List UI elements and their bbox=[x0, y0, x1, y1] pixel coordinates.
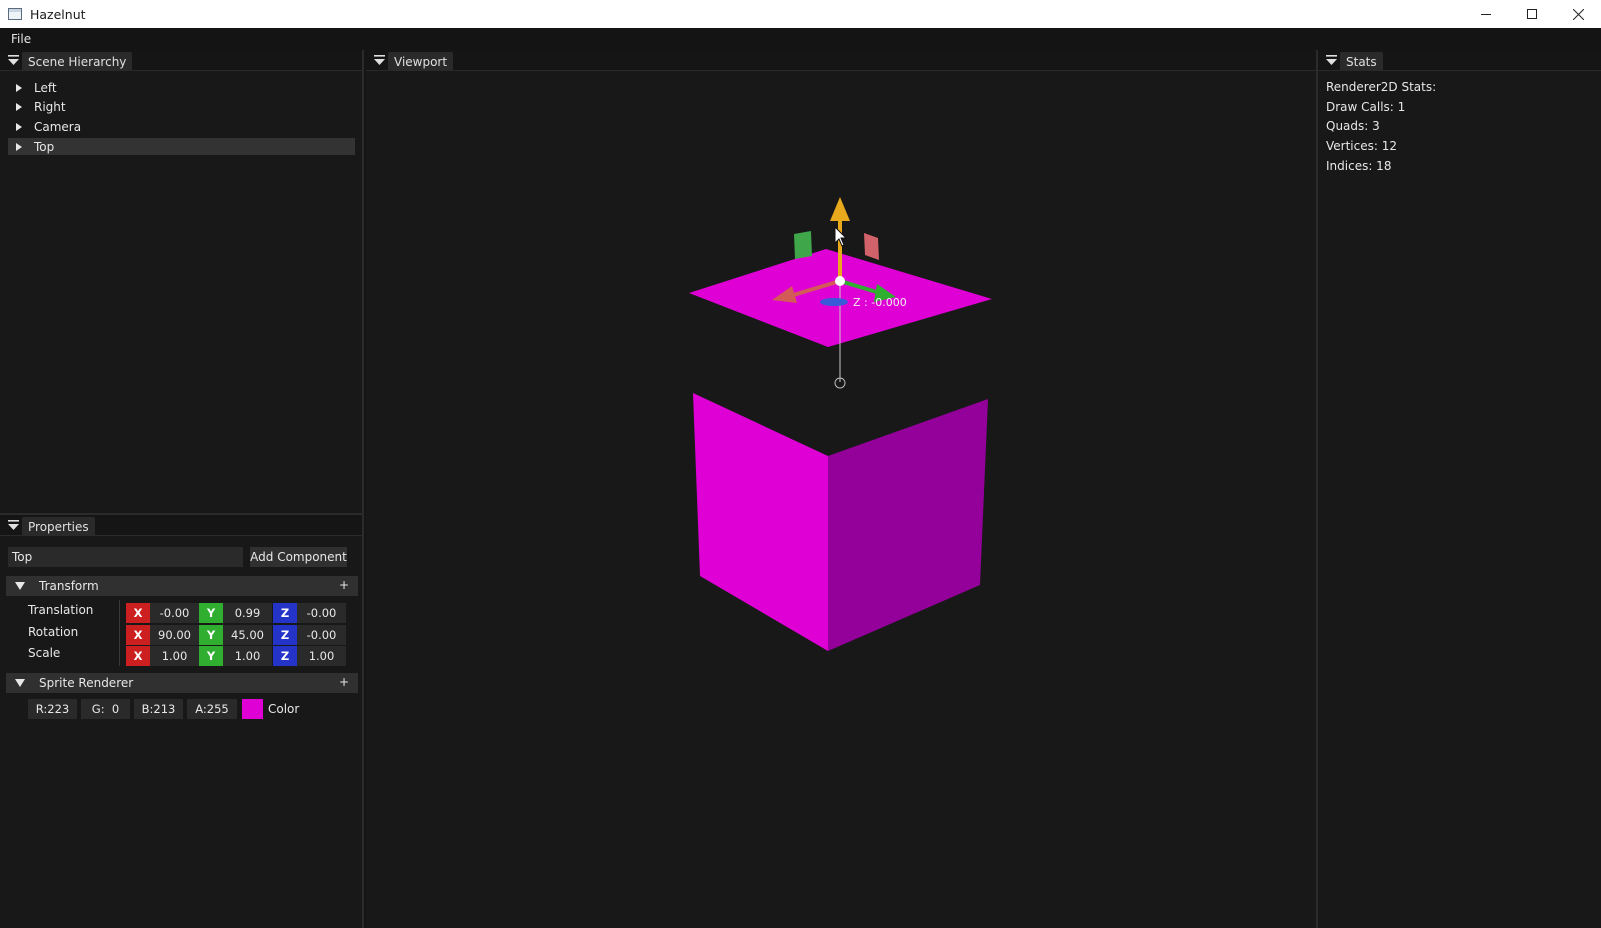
minimize-button[interactable] bbox=[1463, 0, 1509, 28]
panel-menu-icon[interactable] bbox=[374, 54, 386, 66]
tab-label: Properties bbox=[28, 519, 89, 534]
maximize-button[interactable] bbox=[1509, 0, 1555, 28]
title-bar: Hazelnut bbox=[0, 0, 1601, 28]
right-quad[interactable] bbox=[828, 399, 988, 651]
translation-label: Translation bbox=[28, 603, 94, 617]
stat-draw-calls: Draw Calls: 1 bbox=[1326, 100, 1406, 114]
gizmo-center-handle[interactable] bbox=[835, 276, 845, 286]
panel-menu-icon[interactable] bbox=[1326, 54, 1338, 66]
color-alpha-field[interactable]: A:255 bbox=[187, 699, 237, 719]
color-blue-field[interactable]: B:213 bbox=[134, 699, 183, 719]
collapse-arrow-icon[interactable] bbox=[15, 582, 25, 590]
window-title: Hazelnut bbox=[30, 6, 86, 22]
app-icon bbox=[8, 8, 22, 20]
tab-label: Viewport bbox=[394, 54, 448, 69]
panel-menu-icon[interactable] bbox=[8, 519, 20, 531]
tab-stats[interactable]: Stats bbox=[1340, 52, 1383, 71]
translation-z-field[interactable]: -0.00 bbox=[297, 603, 346, 623]
expand-arrow-icon[interactable] bbox=[16, 102, 22, 111]
tab-label: Scene Hierarchy bbox=[28, 54, 127, 69]
scale-y-field[interactable]: 1.00 bbox=[223, 646, 272, 666]
panel-menu-icon[interactable] bbox=[8, 54, 20, 66]
viewport-scene[interactable]: Z : -0.000 bbox=[366, 71, 1316, 928]
menu-bar: File bbox=[0, 28, 1601, 50]
color-swatch[interactable] bbox=[242, 699, 263, 719]
gizmo-yz-plane-handle[interactable] bbox=[864, 233, 879, 260]
tab-scene-hierarchy[interactable]: Scene Hierarchy bbox=[22, 52, 133, 71]
minimize-icon bbox=[1481, 14, 1491, 15]
scale-y-reset-button[interactable]: Y bbox=[199, 646, 223, 666]
close-icon bbox=[1572, 8, 1584, 20]
add-component-button[interactable]: Add Component bbox=[250, 547, 347, 567]
stats-panel: Stats Renderer2D Stats: Draw Calls: 1 Qu… bbox=[1316, 50, 1601, 928]
tree-item-label: Right bbox=[34, 99, 66, 114]
section-title: Transform bbox=[39, 579, 99, 593]
section-title: Sprite Renderer bbox=[39, 676, 134, 690]
entity-name-input[interactable]: Top bbox=[8, 547, 243, 567]
tab-label: Stats bbox=[1346, 54, 1377, 69]
tree-item-left[interactable]: Left bbox=[8, 79, 355, 96]
viewport-panel[interactable]: Viewport Z : -0.000 bbox=[366, 50, 1316, 928]
expand-arrow-icon[interactable] bbox=[16, 142, 22, 151]
tree-item-right[interactable]: Right bbox=[8, 98, 355, 115]
rotation-label: Rotation bbox=[28, 625, 79, 639]
tree-item-camera[interactable]: Camera bbox=[8, 118, 355, 135]
color-red-field[interactable]: R:223 bbox=[28, 699, 77, 719]
rotation-x-reset-button[interactable]: X bbox=[126, 625, 150, 645]
scale-z-reset-button[interactable]: Z bbox=[273, 646, 297, 666]
gizmo-xz-plane-handle[interactable] bbox=[820, 298, 848, 306]
sprite-renderer-section-header[interactable]: Sprite Renderer + bbox=[6, 673, 358, 693]
scale-label: Scale bbox=[28, 646, 61, 660]
color-label: Color bbox=[268, 702, 300, 716]
column-divider bbox=[119, 600, 120, 666]
translation-y-reset-button[interactable]: Y bbox=[199, 603, 223, 623]
properties-panel: Properties Top Add Component Transform +… bbox=[0, 513, 364, 928]
translation-x-reset-button[interactable]: X bbox=[126, 603, 150, 623]
close-button[interactable] bbox=[1555, 0, 1601, 28]
expand-arrow-icon[interactable] bbox=[16, 83, 22, 92]
color-green-field[interactable]: G: 0 bbox=[81, 699, 130, 719]
menu-file[interactable]: File bbox=[11, 32, 31, 46]
sprite-renderer-settings-button[interactable]: + bbox=[339, 675, 349, 689]
rotation-z-reset-button[interactable]: Z bbox=[273, 625, 297, 645]
maximize-icon bbox=[1527, 9, 1537, 19]
window-controls bbox=[1463, 0, 1601, 28]
rotation-y-field[interactable]: 45.00 bbox=[223, 625, 272, 645]
stats-header: Stats bbox=[1318, 50, 1601, 71]
gizmo-xy-plane-handle[interactable] bbox=[794, 231, 812, 259]
tab-properties[interactable]: Properties bbox=[22, 517, 95, 536]
translation-y-field[interactable]: 0.99 bbox=[223, 603, 272, 623]
left-quad[interactable] bbox=[693, 393, 828, 651]
tab-viewport[interactable]: Viewport bbox=[388, 52, 454, 71]
collapse-arrow-icon[interactable] bbox=[15, 679, 25, 687]
viewport-header: Viewport bbox=[366, 50, 1316, 71]
gizmo-y-arrow-icon[interactable] bbox=[830, 197, 850, 221]
stat-quads: Quads: 3 bbox=[1326, 119, 1380, 133]
scale-x-field[interactable]: 1.00 bbox=[150, 646, 199, 666]
rotation-z-field[interactable]: -0.00 bbox=[297, 625, 346, 645]
scene-hierarchy-panel: Scene Hierarchy Left Right Camera Top bbox=[0, 50, 364, 513]
transform-section-header[interactable]: Transform + bbox=[6, 576, 358, 596]
stats-heading: Renderer2D Stats: bbox=[1326, 80, 1437, 94]
tree-item-label: Left bbox=[34, 80, 57, 95]
translation-z-reset-button[interactable]: Z bbox=[273, 603, 297, 623]
properties-header: Properties bbox=[0, 515, 362, 536]
scene-hierarchy-header: Scene Hierarchy bbox=[0, 50, 362, 71]
scale-z-field[interactable]: 1.00 bbox=[297, 646, 346, 666]
tree-item-label: Top bbox=[34, 139, 55, 154]
stat-vertices: Vertices: 12 bbox=[1326, 139, 1397, 153]
expand-arrow-icon[interactable] bbox=[16, 122, 22, 131]
tree-item-top[interactable]: Top bbox=[8, 138, 355, 155]
stat-indices: Indices: 18 bbox=[1326, 159, 1392, 173]
rotation-y-reset-button[interactable]: Y bbox=[199, 625, 223, 645]
translation-x-field[interactable]: -0.00 bbox=[150, 603, 199, 623]
tree-item-label: Camera bbox=[34, 119, 82, 134]
transform-settings-button[interactable]: + bbox=[339, 578, 349, 592]
scale-x-reset-button[interactable]: X bbox=[126, 646, 150, 666]
rotation-x-field[interactable]: 90.00 bbox=[150, 625, 199, 645]
gizmo-readout: Z : -0.000 bbox=[853, 296, 907, 309]
